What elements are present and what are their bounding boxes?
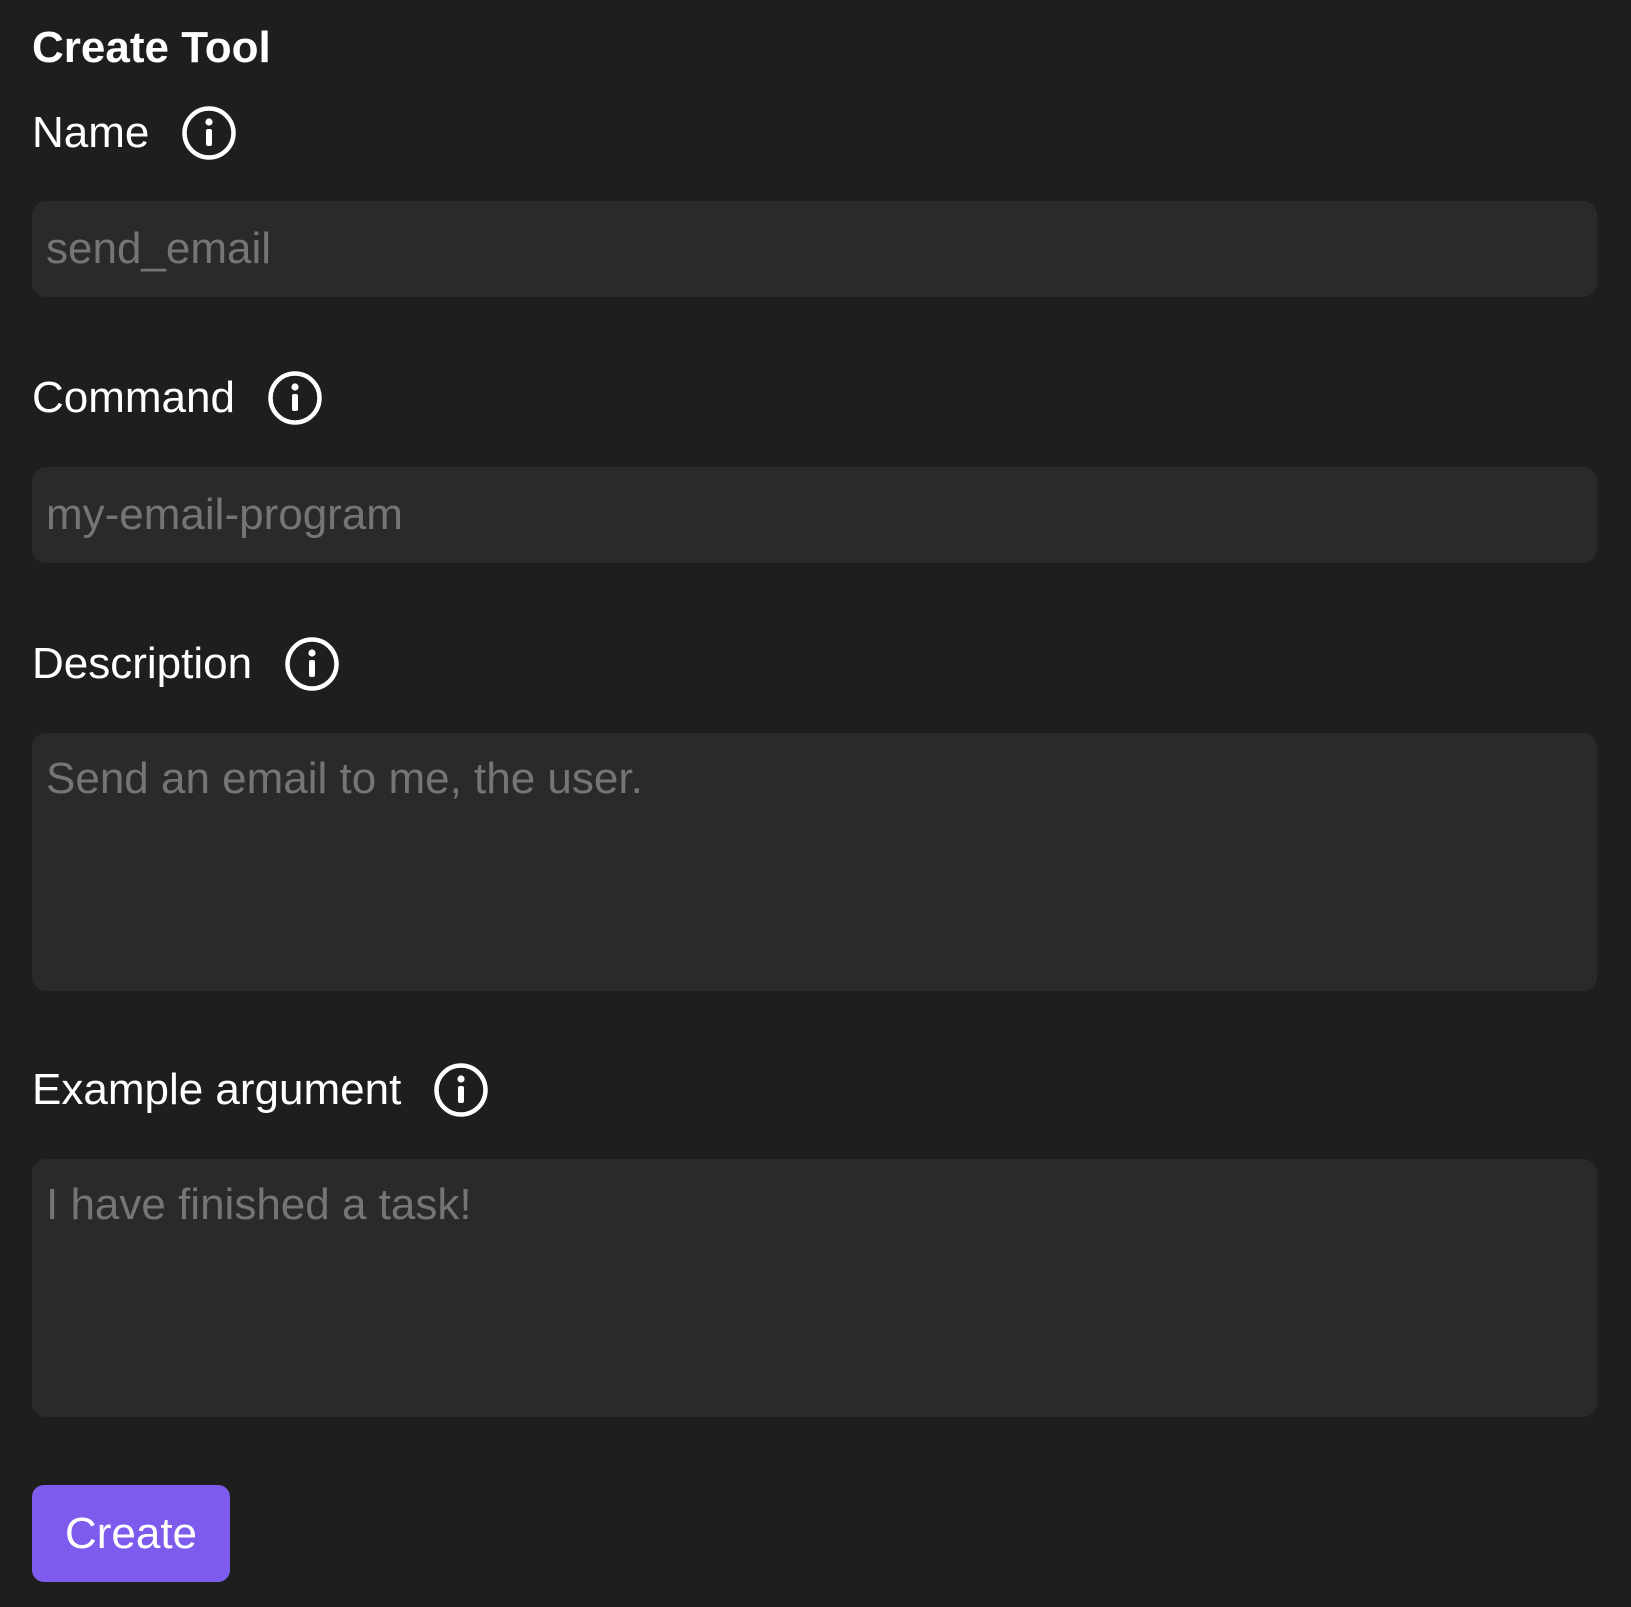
example-argument-textarea[interactable]	[32, 1159, 1597, 1417]
example-argument-label-row: Example argument	[32, 1060, 489, 1120]
info-icon[interactable]	[433, 1062, 489, 1118]
name-label: Name	[32, 108, 150, 157]
info-icon[interactable]	[284, 636, 340, 692]
description-textarea[interactable]	[32, 733, 1597, 991]
command-label: Command	[32, 373, 235, 422]
command-input[interactable]	[32, 467, 1597, 563]
info-icon[interactable]	[267, 370, 323, 426]
info-icon[interactable]	[181, 105, 237, 161]
create-button[interactable]: Create	[32, 1485, 230, 1582]
page-title: Create Tool	[32, 23, 271, 72]
name-label-row: Name	[32, 103, 237, 163]
description-label-row: Description	[32, 634, 340, 694]
name-input[interactable]	[32, 201, 1597, 297]
description-label: Description	[32, 639, 253, 688]
command-label-row: Command	[32, 368, 323, 428]
example-argument-label: Example argument	[32, 1065, 402, 1114]
